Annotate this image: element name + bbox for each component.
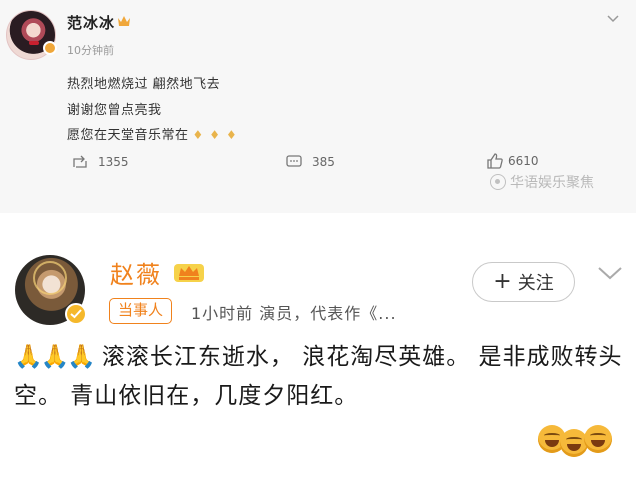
candle-emoji-icon: ♦♦♦ xyxy=(192,128,243,142)
post-text-line: 愿您在天堂音乐常在 ♦♦♦ xyxy=(67,124,243,143)
like-button[interactable]: 6610 xyxy=(486,152,539,170)
comment-icon xyxy=(286,155,302,167)
follow-label: 关注 xyxy=(517,273,554,294)
chevron-down-icon[interactable] xyxy=(596,263,624,283)
post-meta: 1小时前 演员，代表作《... xyxy=(191,304,397,323)
thumbs-up-icon xyxy=(487,153,503,169)
watermark: 华语娱乐聚焦 xyxy=(490,172,594,192)
crown-badge-icon xyxy=(43,41,57,55)
crown-icon xyxy=(174,264,204,282)
post-text-content: 滚滚长江东逝水， 浪花淘尽英雄。 是非成败转头空。 青山依旧在，几度夕阳红。 xyxy=(14,344,623,409)
avatar[interactable] xyxy=(6,10,57,60)
post-card-fanbingbing: 范冰冰 10分钟前 热烈地燃烧过 翩然地飞去 谢谢您曾点亮我 愿您在天堂音乐常在… xyxy=(0,0,636,213)
chevron-down-icon[interactable] xyxy=(606,12,620,26)
post-text: 愿您在天堂音乐常在 xyxy=(67,128,189,143)
avatar[interactable] xyxy=(15,255,87,325)
follow-button[interactable]: + 关注 xyxy=(472,262,575,302)
post-text: 🙏🙏🙏 滚滚长江东逝水， 浪花淘尽英雄。 是非成败转头空。 青山依旧在，几度夕阳红… xyxy=(14,338,634,416)
author-name[interactable]: 范冰冰 xyxy=(67,12,115,33)
post-time: 10分钟前 xyxy=(67,44,114,57)
praying-hands-icon: 🙏🙏🙏 xyxy=(14,344,96,370)
avatar-detail xyxy=(33,261,67,295)
divider xyxy=(0,213,636,243)
watermark-logo-icon xyxy=(490,174,506,190)
crown-icon xyxy=(118,16,130,26)
post-text-line: 热烈地燃烧过 翩然地飞去 xyxy=(67,77,221,92)
comment-button[interactable]: 385 xyxy=(286,155,335,169)
repost-button[interactable]: 1355 xyxy=(72,155,129,169)
emoji-reactions[interactable] xyxy=(538,425,618,461)
comment-count: 385 xyxy=(312,155,335,169)
plus-icon: + xyxy=(493,269,512,294)
laughing-emoji-icon xyxy=(584,425,612,453)
repost-icon xyxy=(73,155,87,168)
like-count: 6610 xyxy=(508,154,539,168)
avatar-detail xyxy=(29,41,39,45)
post-text-line: 谢谢您曾点亮我 xyxy=(67,103,162,118)
watermark-text: 华语娱乐聚焦 xyxy=(510,175,594,191)
status-badge: 当事人 xyxy=(109,298,173,324)
repost-count: 1355 xyxy=(98,155,129,169)
author-name[interactable]: 赵薇 xyxy=(110,255,162,290)
post-card-zhaowei: 赵薇 当事人 1小时前 演员，代表作《... + 关注 🙏🙏🙏 滚滚长江东逝水， … xyxy=(0,243,636,503)
verified-badge-icon xyxy=(65,303,87,325)
